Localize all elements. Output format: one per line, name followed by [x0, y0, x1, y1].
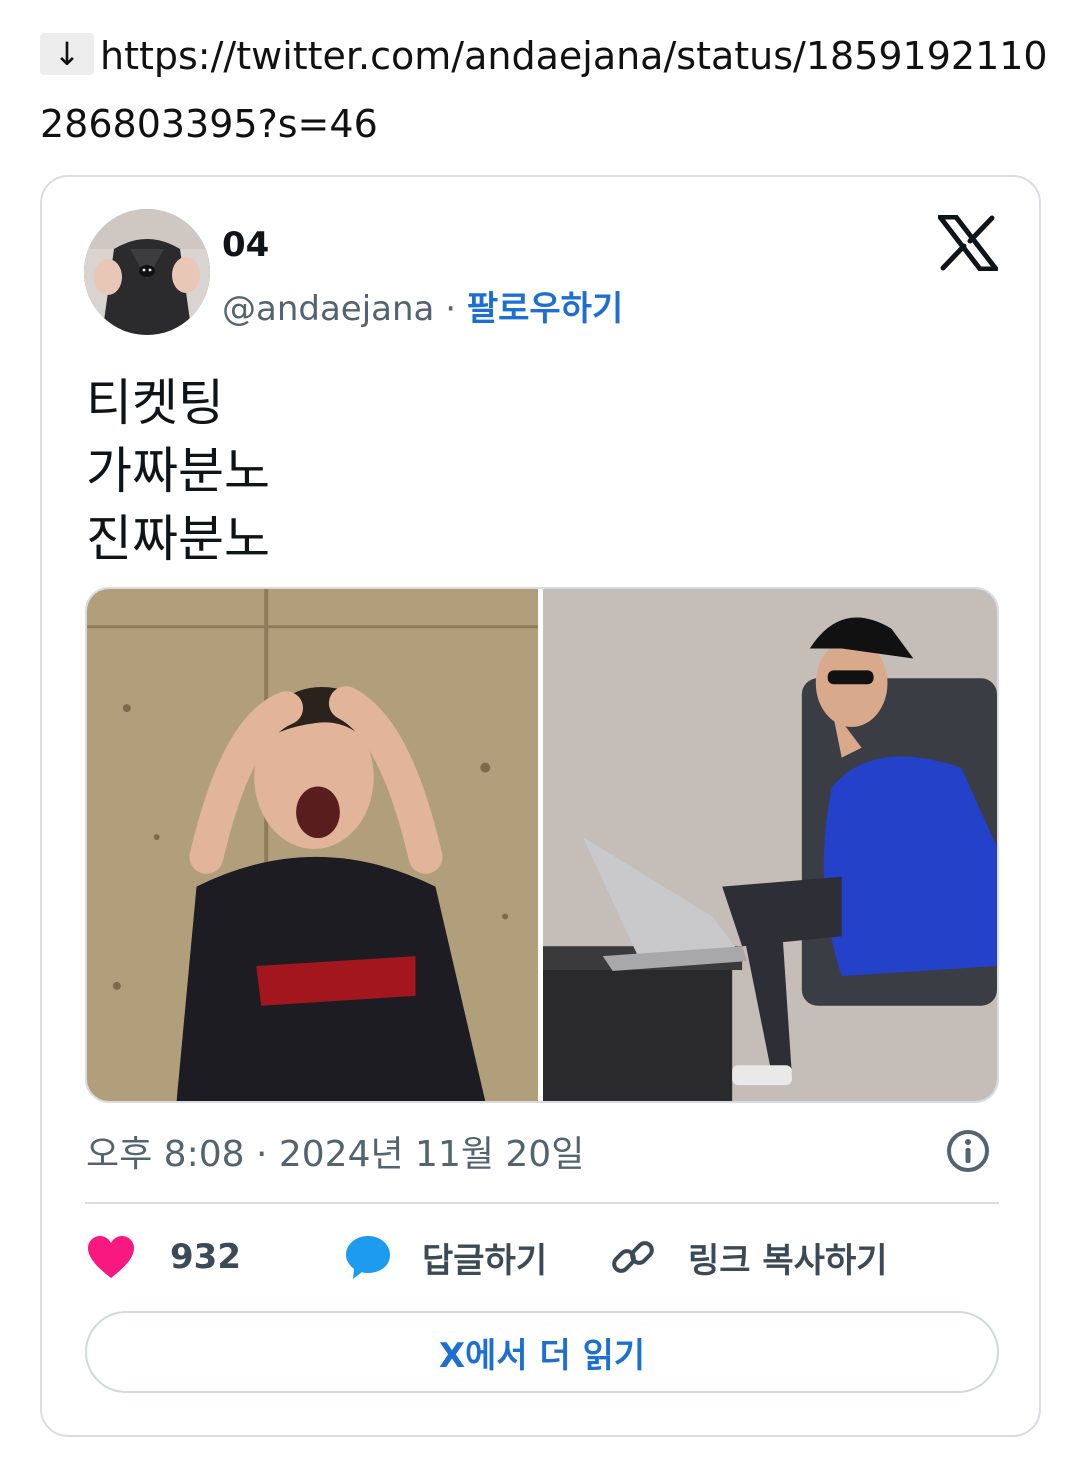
like-count: 932 — [170, 1237, 241, 1277]
info-icon[interactable] — [945, 1128, 991, 1174]
separator-dot: · — [434, 289, 467, 329]
tweet-text-line: 가짜분노 — [86, 442, 270, 500]
like-button[interactable]: 932 — [86, 1229, 241, 1285]
heart-icon — [86, 1234, 136, 1280]
divider — [85, 1202, 999, 1204]
reply-button[interactable]: 답글하기 — [344, 1229, 547, 1285]
avatar[interactable] — [84, 209, 210, 335]
read-more-button[interactable]: X에서 더 읽기 — [85, 1311, 999, 1393]
link-icon — [610, 1234, 656, 1280]
user-display-name[interactable]: 04 — [222, 225, 269, 265]
handle-row: @andaejana · 팔로우하기 — [222, 281, 623, 330]
tweet-embed-card: 04 @andaejana · 팔로우하기 티켓팅 가짜분노 진짜분노 오후 8… — [40, 175, 1041, 1437]
tweet-photo-left[interactable] — [87, 589, 538, 1101]
link-url[interactable]: https://twitter.com/andaejana/status/185… — [40, 34, 1048, 146]
copy-link-label: 링크 복사하기 — [688, 1240, 888, 1281]
tweet-timestamp[interactable]: 오후 8:08 · 2024년 11월 20일 — [86, 1125, 584, 1177]
tweet-photo-right[interactable] — [543, 589, 997, 1101]
tweet-text-line: 티켓팅 — [86, 374, 224, 432]
x-logo-icon[interactable] — [937, 214, 999, 272]
tweet-actions: 932 답글하기 링크 복사하기 — [86, 1229, 1000, 1285]
shared-link[interactable]: ↓ https://twitter.com/andaejana/status/18… — [40, 22, 1050, 158]
follow-button[interactable]: 팔로우하기 — [467, 289, 623, 329]
tweet-text: 티켓팅 가짜분노 진짜분노 — [86, 369, 270, 573]
download-arrow-icon: ↓ — [40, 33, 94, 75]
user-handle[interactable]: @andaejana — [222, 289, 434, 329]
copy-link-button[interactable]: 링크 복사하기 — [610, 1229, 888, 1285]
speech-bubble-icon — [344, 1233, 392, 1281]
tweet-media-grid — [85, 587, 999, 1103]
tweet-text-line: 진짜분노 — [86, 510, 270, 568]
reply-label: 답글하기 — [422, 1240, 548, 1281]
